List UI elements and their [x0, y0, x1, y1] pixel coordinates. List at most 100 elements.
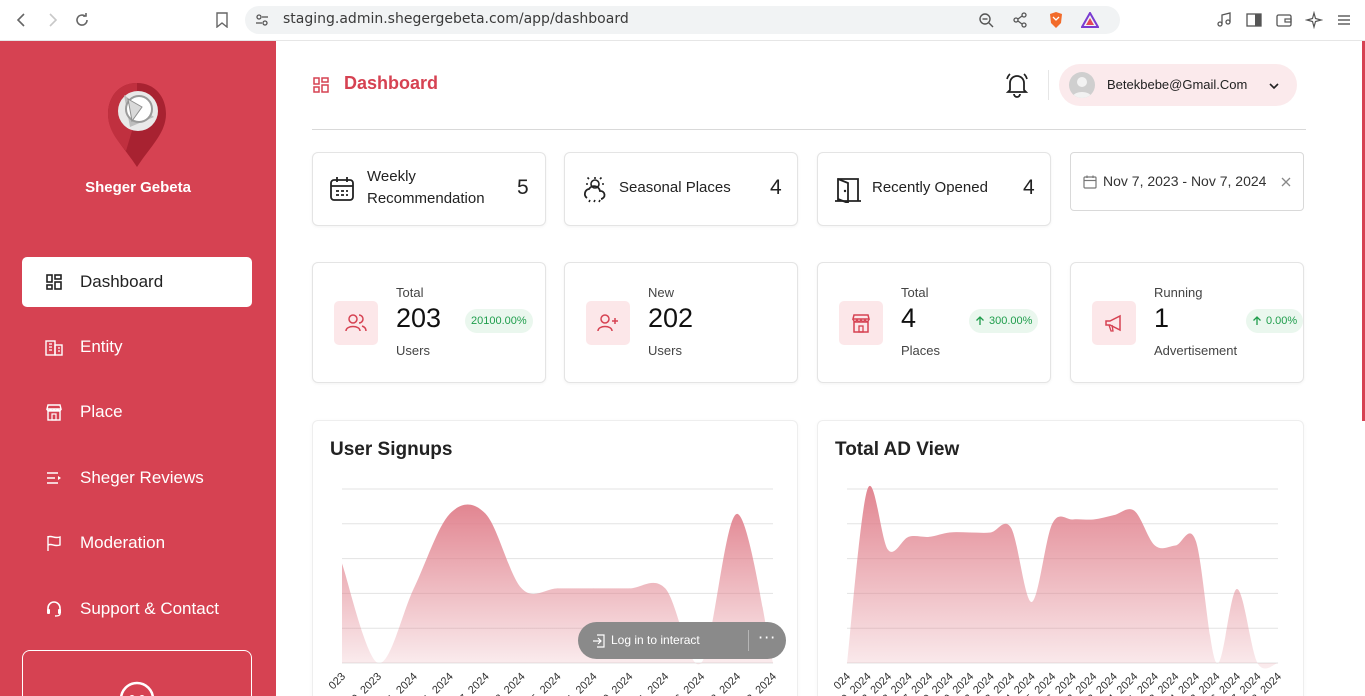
chevron-down-icon [1267, 78, 1281, 92]
x-tick-label: 11, 2024 [382, 671, 420, 696]
growth-badge: 300.00% [969, 309, 1039, 333]
media-icon[interactable] [1214, 10, 1234, 30]
x-tick-label: 10, 2024 [597, 671, 636, 696]
kpi-top-label: Total [396, 285, 424, 300]
login-icon [593, 634, 605, 648]
forward-icon[interactable] [40, 8, 64, 32]
login-to-interact-pill[interactable]: Log in to interact ··· [578, 622, 786, 659]
x-tick-label: 19, 2023 [345, 671, 384, 696]
sidebar: Sheger Gebeta Dashboard Entity Place She… [0, 41, 276, 696]
clear-icon[interactable] [1281, 177, 1291, 187]
x-tick-label: 27, 2024 [453, 671, 492, 696]
brand-name: Sheger Gebeta [85, 179, 191, 196]
wallet-icon[interactable] [1274, 10, 1294, 30]
address-bar[interactable]: staging.admin.shegergebeta.com/app/dashb… [245, 6, 1120, 34]
stat-value: 4 [770, 176, 782, 199]
sidebar-item-label: Support & Contact [80, 599, 219, 618]
total-ad-view-chart-card: Total AD View 024 9, 2024 2, 2024 3, 2024 7,… [817, 420, 1304, 696]
sidebar-toggle-icon[interactable] [1244, 10, 1264, 30]
date-range-picker[interactable]: Nov 7, 2023 - Nov 7, 2024 [1070, 152, 1304, 211]
sidebar-item-dashboard[interactable]: Dashboard [22, 257, 252, 307]
x-tick-label: 28, 2024 [489, 671, 528, 696]
stat-label: Weekly Recommendation [367, 168, 485, 207]
kpi-bottom-label: Advertisement [1154, 343, 1238, 358]
date-range-text: Nov 7, 2023 - Nov 7, 2024 [1103, 173, 1267, 189]
kpi-top-label: Total [901, 285, 929, 300]
back-icon[interactable] [10, 8, 34, 32]
notification-bell-icon[interactable] [1004, 71, 1030, 99]
brave-rewards-icon[interactable] [1081, 11, 1099, 29]
sidebar-item-place[interactable]: Place [22, 387, 252, 437]
bookmark-icon[interactable] [210, 8, 234, 32]
reload-icon[interactable] [70, 8, 94, 32]
kpi-value: 202 [648, 303, 694, 333]
brave-shield-icon[interactable] [1047, 11, 1065, 29]
area-series [847, 485, 1278, 669]
growth-badge: 0.00% [1246, 309, 1304, 333]
store-icon [839, 301, 883, 345]
calendar-icon [329, 176, 355, 202]
store-icon [44, 402, 64, 422]
login-label[interactable]: Log in to interact [611, 633, 700, 647]
avatar [1069, 72, 1095, 98]
support-badge-icon [120, 681, 154, 696]
seasonal-places-card[interactable]: Seasonal Places 4 [564, 152, 798, 226]
sidebar-item-label: Dashboard [80, 272, 164, 291]
sidebar-profile-card[interactable] [22, 650, 252, 696]
stat-value: 5 [517, 176, 529, 199]
header-divider [1048, 70, 1049, 100]
x-tick-label: 21, 2024 [417, 671, 456, 696]
kpi-bottom-label: Users [396, 343, 430, 358]
kpi-top-label: New [648, 285, 675, 300]
sidebar-item-label: Moderation [80, 533, 166, 552]
kpi-bottom-label: Users [648, 343, 682, 358]
kpi-top-label: Running [1154, 285, 1203, 300]
kpi-new-users[interactable]: New 202 Users [564, 262, 798, 383]
sheger-gebeta-logo[interactable] [104, 81, 170, 169]
calendar-icon [1083, 175, 1097, 189]
kpi-total-users[interactable]: Total 203 Users 20100.00% [312, 262, 546, 383]
x-tick-label: 3, 2024 [745, 671, 779, 696]
growth-badge: 20100.00% [465, 309, 533, 333]
site-settings-icon[interactable] [253, 11, 271, 29]
stat-value: 4 [1023, 176, 1035, 199]
menu-icon[interactable] [1334, 10, 1354, 30]
door-icon [834, 175, 861, 205]
stat-label: Recently Opened [872, 179, 988, 196]
x-tick-label: 15, 2024 [525, 671, 564, 696]
sidebar-item-label: Entity [80, 337, 123, 356]
share-icon[interactable] [1011, 11, 1029, 29]
weekly-recommendation-card[interactable]: Weekly Recommendation 5 [312, 152, 546, 226]
recently-opened-card[interactable]: Recently Opened 4 [817, 152, 1051, 226]
users-icon [334, 301, 378, 345]
weather-icon [581, 176, 607, 203]
kpi-total-places[interactable]: Total 4 Places 300.00% [817, 262, 1051, 383]
x-tick-label: 26, 2024 [669, 671, 708, 696]
x-tick-label: 11, 2024 [633, 671, 671, 696]
grid-icon [44, 272, 64, 292]
headset-icon [44, 599, 64, 619]
user-plus-icon [586, 301, 630, 345]
page-title: Dashboard [344, 73, 439, 93]
kpi-value: 1 [1154, 303, 1170, 333]
sidebar-item-support-contact[interactable]: Support & Contact [22, 584, 252, 634]
leo-ai-icon[interactable] [1304, 10, 1324, 30]
kpi-running-ads[interactable]: Running 1 Advertisement 0.00% [1070, 262, 1304, 383]
x-tick-label: 023 [327, 671, 348, 692]
kpi-bottom-label: Places [901, 343, 941, 358]
megaphone-icon [1092, 301, 1136, 345]
sidebar-item-moderation[interactable]: Moderation [22, 518, 252, 568]
url-text[interactable]: staging.admin.shegergebeta.com/app/dashb… [283, 11, 629, 27]
header-separator [312, 129, 1306, 130]
flag-icon [44, 533, 64, 553]
user-menu[interactable]: Betekbebe@Gmail.Com [1059, 64, 1297, 106]
more-options-icon[interactable]: ··· [758, 628, 776, 647]
total-ad-view-chart: 0249, 20242, 20243, 20247, 20249, 20240,… [832, 485, 1284, 696]
zoom-icon[interactable] [977, 11, 995, 29]
sidebar-item-entity[interactable]: Entity [22, 322, 252, 372]
kpi-value: 203 [396, 303, 442, 333]
dashboard-header-icon [313, 77, 329, 93]
x-tick-label: 8, 2024 [709, 671, 743, 696]
sidebar-item-sheger-reviews[interactable]: Sheger Reviews [22, 453, 252, 503]
building-icon [44, 337, 64, 357]
